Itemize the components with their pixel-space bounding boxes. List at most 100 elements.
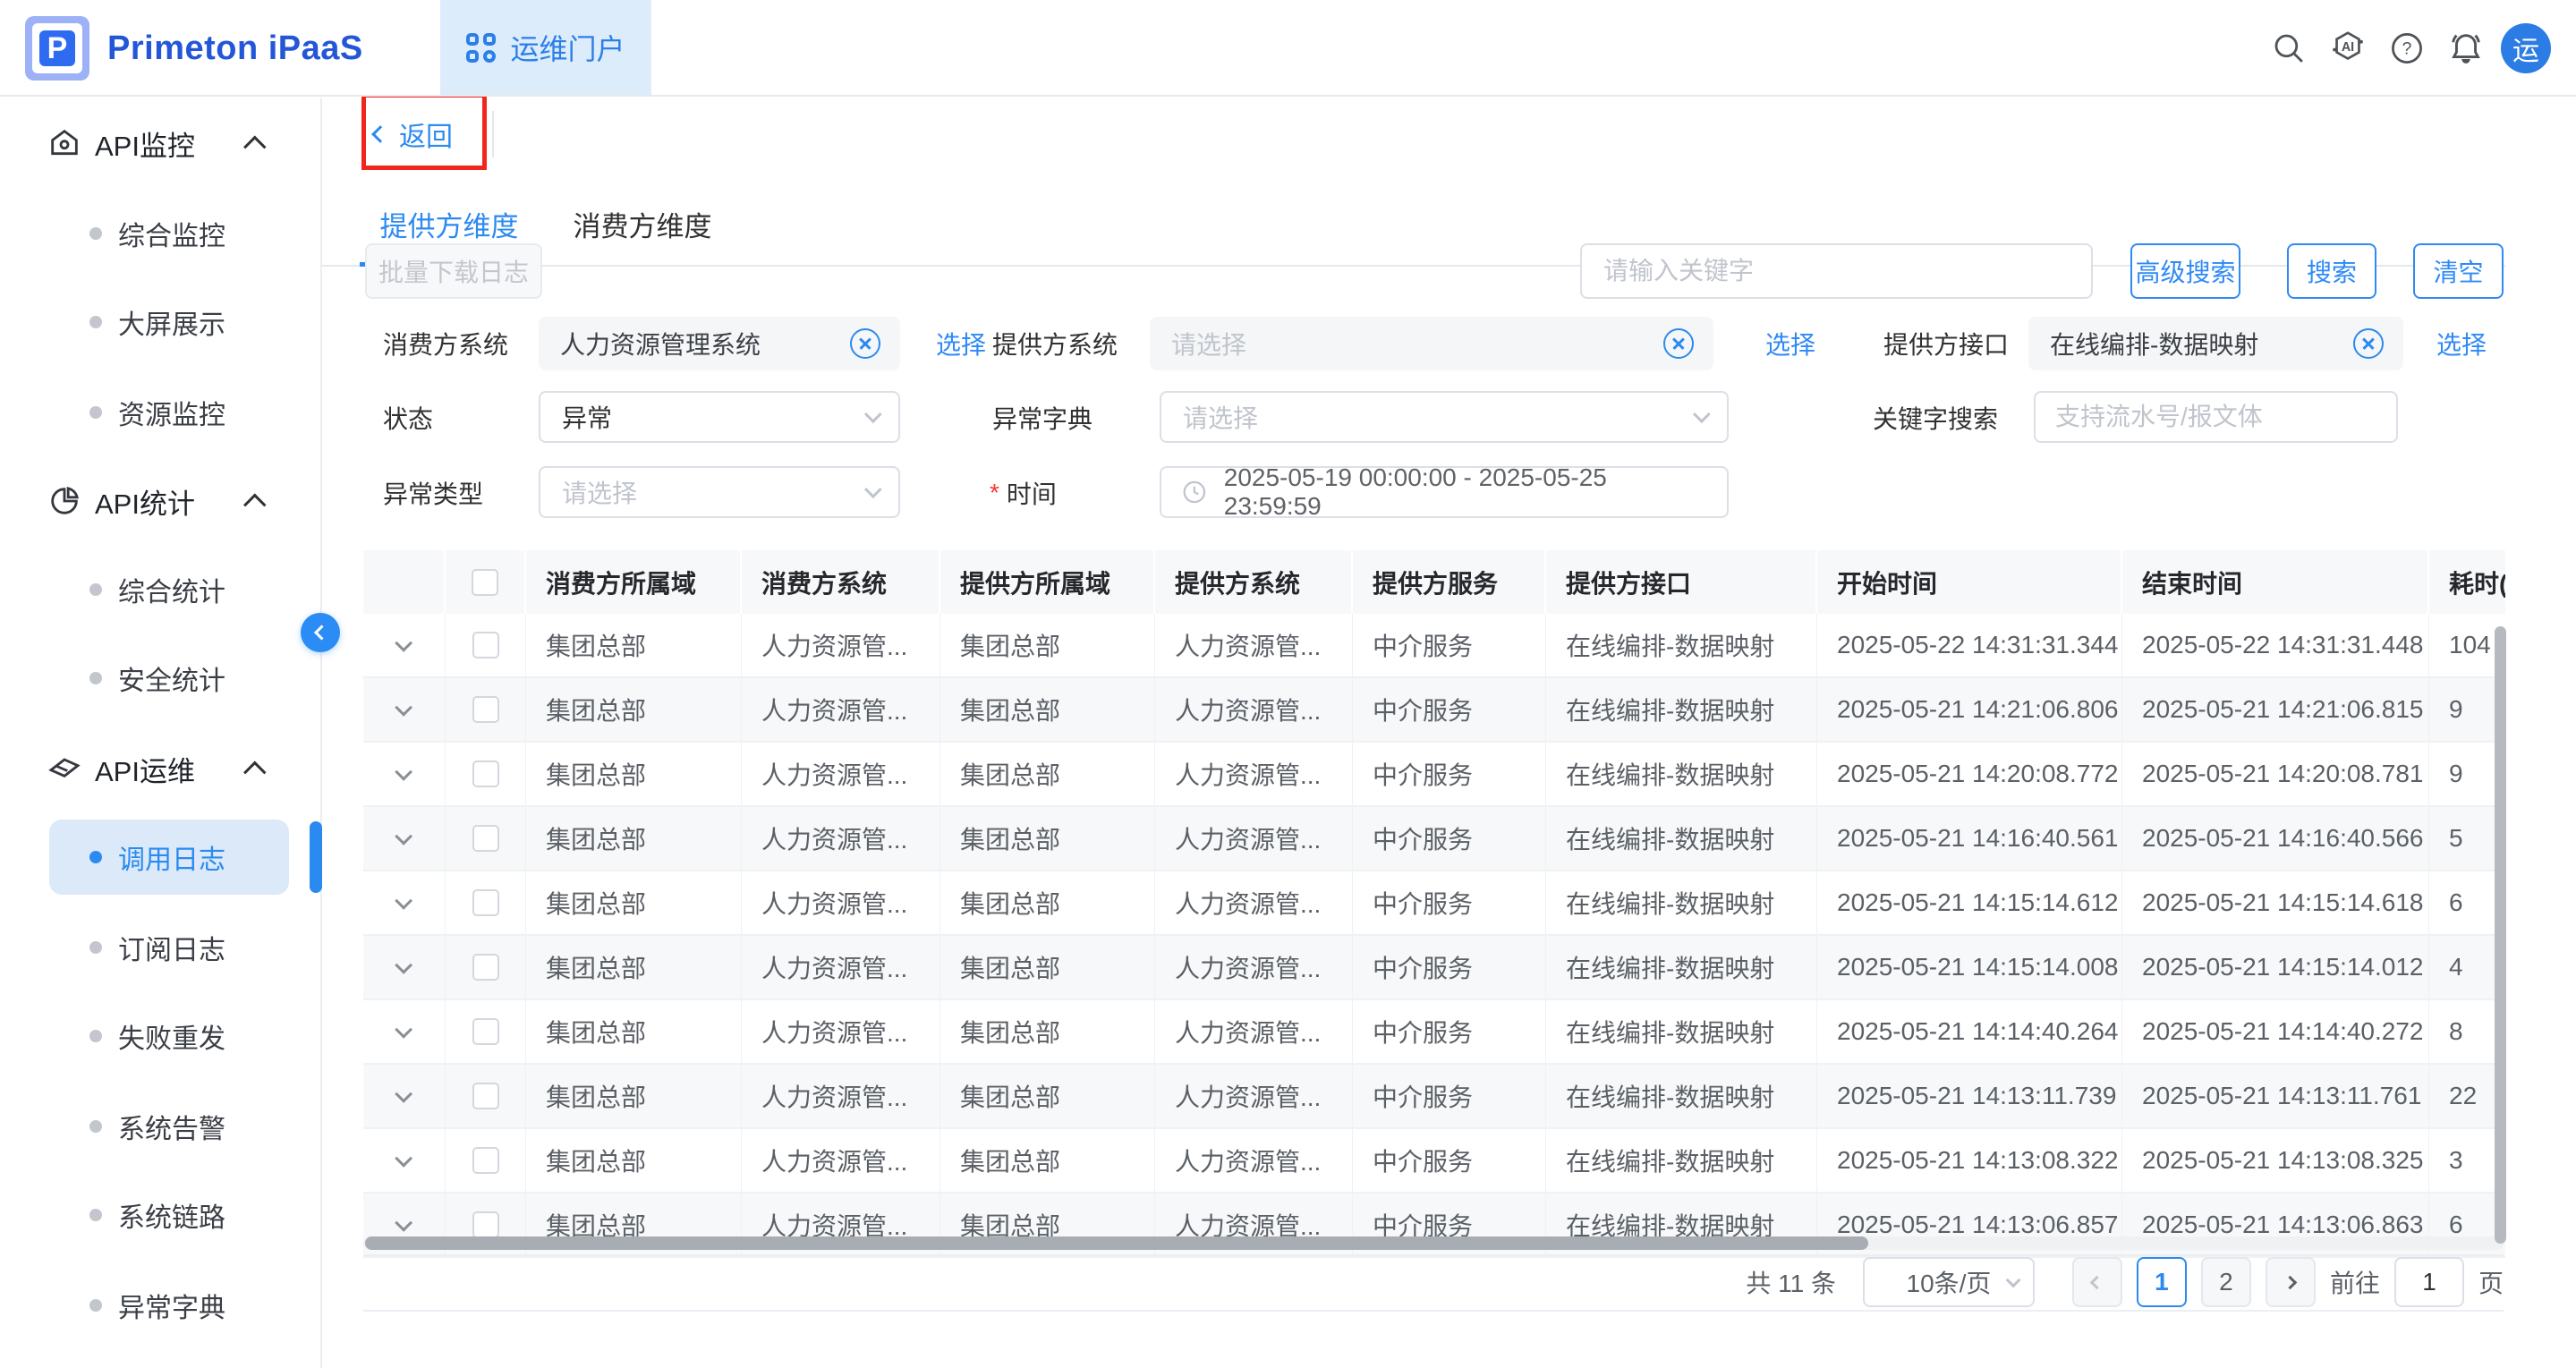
prev-page-button[interactable] xyxy=(2072,1257,2122,1307)
select-all-column-header xyxy=(446,550,526,614)
expand-row-button[interactable] xyxy=(363,743,446,805)
row-checkbox[interactable] xyxy=(472,1083,499,1109)
cell-consumer-system: 人力资源管... xyxy=(742,743,940,805)
row-checkbox[interactable] xyxy=(472,954,499,981)
chevron-down-icon xyxy=(395,699,412,717)
row-checkbox[interactable] xyxy=(472,889,499,916)
notification-bell-icon[interactable] xyxy=(2436,19,2495,78)
provider-system-field[interactable]: 请选择 xyxy=(1150,317,1713,370)
sidebar-collapse-button[interactable] xyxy=(301,613,340,652)
cell-consumer-system: 人力资源管... xyxy=(742,1065,940,1127)
row-checkbox[interactable] xyxy=(472,696,499,723)
sidebar-item-resource-monitor[interactable]: 资源监控 xyxy=(0,386,322,439)
cell-start-time: 2025-05-21 14:15:14.612 xyxy=(1817,871,2122,934)
row-checkbox[interactable] xyxy=(472,632,499,659)
cell-consumer-domain: 集团总部 xyxy=(526,678,742,741)
time-range-picker[interactable]: 2025-05-19 00:00:00 - 2025-05-25 23:59:5… xyxy=(1160,466,1729,518)
ops-tools-icon xyxy=(47,751,82,786)
sidebar-section-api-monitor[interactable]: API监控 xyxy=(0,116,322,170)
page-button-1[interactable]: 1 xyxy=(2137,1257,2187,1307)
sidebar-item-call-log[interactable]: 调用日志 xyxy=(0,830,322,884)
brand: P Primeton iPaaS xyxy=(25,16,363,81)
provider-api-field[interactable]: 在线编排-数据映射 xyxy=(2028,317,2403,370)
sidebar-item-composite-monitor[interactable]: 综合监控 xyxy=(0,207,322,260)
sidebar-item-exception-dict[interactable]: 异常字典 xyxy=(0,1279,322,1332)
page-button-2[interactable]: 2 xyxy=(2201,1257,2251,1307)
ai-assistant-icon[interactable]: AI xyxy=(2318,19,2377,78)
chevron-down-icon xyxy=(395,1214,412,1232)
sidebar-item-system-link[interactable]: 系统链路 xyxy=(0,1188,322,1242)
sidebar-item-subscribe-log[interactable]: 订阅日志 xyxy=(0,921,322,974)
cell-consumer-domain: 集团总部 xyxy=(526,807,742,870)
row-checkbox[interactable] xyxy=(472,760,499,787)
row-checkbox[interactable] xyxy=(472,1018,499,1045)
exception-type-select[interactable]: 请选择 xyxy=(539,466,900,518)
expand-row-button[interactable] xyxy=(363,807,446,870)
expand-row-button[interactable] xyxy=(363,1065,446,1127)
portal-tab-ops[interactable]: 运维门户 xyxy=(440,0,651,95)
sidebar-item-security-stats[interactable]: 安全统计 xyxy=(0,651,322,705)
cell-provider-domain: 集团总部 xyxy=(940,936,1155,998)
horizontal-scrollbar[interactable] xyxy=(363,1236,2504,1250)
next-page-button[interactable] xyxy=(2266,1257,2316,1307)
search-icon[interactable] xyxy=(2259,19,2318,78)
horizontal-scrollbar-thumb[interactable] xyxy=(365,1236,1868,1250)
select-all-checkbox[interactable] xyxy=(472,569,498,596)
sidebar-item-big-screen[interactable]: 大屏展示 xyxy=(0,295,322,349)
batch-download-button[interactable]: 批量下载日志 xyxy=(365,243,542,299)
vertical-scrollbar-thumb[interactable] xyxy=(2495,626,2506,1244)
goto-page-input[interactable] xyxy=(2394,1257,2464,1307)
row-checkbox[interactable] xyxy=(472,1211,499,1238)
sidebar-section-api-ops[interactable]: API运维 xyxy=(0,742,322,795)
cell-consumer-system: 人力资源管... xyxy=(742,871,940,934)
sidebar-item-system-alert[interactable]: 系统告警 xyxy=(0,1100,322,1153)
cell-consumer-domain: 集团总部 xyxy=(526,743,742,805)
table-row: 集团总部人力资源管...集团总部人力资源管...中介服务在线编排-数据映射202… xyxy=(363,871,2505,936)
search-button[interactable]: 搜索 xyxy=(2287,243,2376,299)
cell-consumer-domain: 集团总部 xyxy=(526,1065,742,1127)
provider-system-select-link[interactable]: 选择 xyxy=(1765,317,1815,370)
expand-row-button[interactable] xyxy=(363,1129,446,1192)
cell-start-time: 2025-05-21 14:16:40.561 xyxy=(1817,807,2122,870)
exception-dict-label: 异常字典 xyxy=(992,391,1092,445)
row-checkbox[interactable] xyxy=(472,825,499,852)
user-avatar[interactable]: 运 xyxy=(2501,23,2551,73)
top-bar: P Primeton iPaaS 运维门户 AI xyxy=(0,0,2576,97)
clear-circle-icon[interactable] xyxy=(850,328,880,359)
column-header-5: 提供方服务 xyxy=(1353,550,1546,614)
keyword-search-input[interactable] xyxy=(2034,391,2398,443)
status-select[interactable]: 异常 xyxy=(539,391,900,443)
grid-icon xyxy=(466,33,496,63)
expand-row-button[interactable] xyxy=(363,1000,446,1063)
svg-text:AI: AI xyxy=(2342,40,2354,55)
clear-circle-icon[interactable] xyxy=(2353,328,2384,359)
tab-consumer-dimension[interactable]: 消费方维度 xyxy=(553,184,732,263)
advanced-search-button[interactable]: 高级搜索 xyxy=(2130,243,2240,299)
provider-api-select-link[interactable]: 选择 xyxy=(2436,317,2487,370)
row-checkbox[interactable] xyxy=(472,1147,499,1174)
sidebar-section-api-stats[interactable]: API统计 xyxy=(0,474,322,528)
pagination-bar: 共 11 条 10条/页 1 2 前往 页 xyxy=(363,1254,2504,1312)
help-icon[interactable]: ? xyxy=(2377,19,2436,78)
clock-icon xyxy=(1181,479,1208,506)
consumer-system-select-link[interactable]: 选择 xyxy=(936,317,986,370)
cell-consumer-domain: 集团总部 xyxy=(526,871,742,934)
page-size-select[interactable]: 10条/页 xyxy=(1863,1257,2035,1307)
expand-row-button[interactable] xyxy=(363,871,446,934)
cell-end-time: 2025-05-21 14:14:40.272 xyxy=(2122,1000,2429,1063)
chevron-up-icon xyxy=(243,136,266,158)
clear-button[interactable]: 清空 xyxy=(2413,243,2504,299)
goto-label: 前往 xyxy=(2330,1264,2380,1300)
clear-circle-icon[interactable] xyxy=(1663,328,1694,359)
consumer-system-field[interactable]: 人力资源管理系统 xyxy=(539,317,900,370)
cell-consumer-domain: 集团总部 xyxy=(526,614,742,676)
expand-row-button[interactable] xyxy=(363,678,446,741)
keyword-input[interactable] xyxy=(1580,243,2093,299)
expand-row-button[interactable] xyxy=(363,936,446,998)
exception-dict-select[interactable]: 请选择 xyxy=(1160,391,1729,443)
sidebar-item-fail-resend[interactable]: 失败重发 xyxy=(0,1009,322,1063)
home-monitor-icon xyxy=(47,125,82,161)
expand-row-button[interactable] xyxy=(363,614,446,676)
sidebar-item-composite-stats[interactable]: 综合统计 xyxy=(0,563,322,616)
chevron-down-icon xyxy=(2006,1272,2021,1287)
